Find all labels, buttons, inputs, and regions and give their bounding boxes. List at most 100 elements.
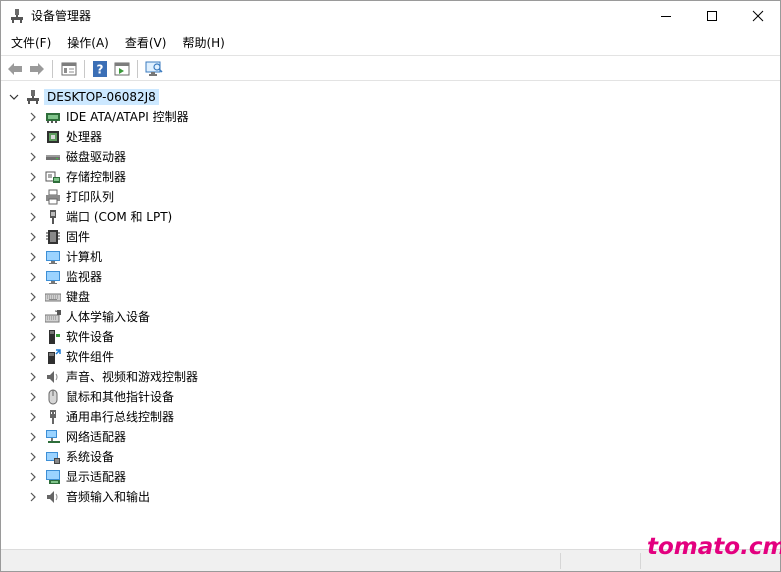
display-adapter-icon [46, 470, 60, 484]
tree-category-row[interactable]: 显示适配器 [3, 467, 763, 487]
tree-category-row[interactable]: 软件设备 [3, 327, 763, 347]
collapse-chevron-icon[interactable] [8, 91, 20, 103]
tree-category-row[interactable]: 存储控制器 [3, 167, 763, 187]
tree-category-row[interactable]: 人体学输入设备 [3, 307, 763, 327]
category-label[interactable]: 固件 [66, 229, 90, 245]
tree-category-row[interactable]: 软件组件 [3, 347, 763, 367]
expand-chevron-icon[interactable] [27, 371, 39, 383]
category-label[interactable]: 网络适配器 [66, 429, 126, 445]
category-label[interactable]: 磁盘驱动器 [66, 149, 126, 165]
category-label[interactable]: 音频输入和输出 [66, 489, 150, 505]
toolbar-separator [137, 60, 138, 78]
help-button[interactable]: ? [90, 59, 110, 79]
processor-icon [47, 131, 59, 143]
category-label[interactable]: IDE ATA/ATAPI 控制器 [66, 109, 189, 125]
minimize-icon [661, 16, 671, 17]
show-hide-console-tree-button[interactable] [59, 59, 79, 79]
category-label[interactable]: 人体学输入设备 [66, 309, 150, 325]
scan-hardware-button[interactable] [144, 59, 164, 79]
expand-chevron-icon[interactable] [27, 411, 39, 423]
tree-category-row[interactable]: 计算机 [3, 247, 763, 267]
forward-icon [30, 63, 44, 75]
expand-chevron-icon[interactable] [27, 171, 39, 183]
expand-chevron-icon[interactable] [27, 131, 39, 143]
tree-category-row[interactable]: 鼠标和其他指针设备 [3, 387, 763, 407]
category-label[interactable]: 显示适配器 [66, 469, 126, 485]
tree-category-row[interactable]: 通用串行总线控制器 [3, 407, 763, 427]
expand-chevron-icon[interactable] [27, 471, 39, 483]
software-device-icon [49, 330, 60, 344]
software-component-icon [48, 349, 61, 364]
category-label[interactable]: 鼠标和其他指针设备 [66, 389, 174, 405]
svg-text:?: ? [97, 63, 104, 77]
back-icon [8, 63, 22, 75]
expand-chevron-icon[interactable] [27, 191, 39, 203]
category-label[interactable]: 软件组件 [66, 349, 114, 365]
expand-chevron-icon[interactable] [27, 331, 39, 343]
category-label[interactable]: 存储控制器 [66, 169, 126, 185]
tree-category-row[interactable]: 磁盘驱动器 [3, 147, 763, 167]
menu-help[interactable]: 帮助(H) [176, 33, 230, 53]
storage-controller-icon [45, 171, 60, 183]
tree-category-row[interactable]: 音频输入和输出 [3, 487, 763, 507]
expand-chevron-icon[interactable] [27, 431, 39, 443]
expand-chevron-icon[interactable] [27, 151, 39, 163]
category-label[interactable]: 系统设备 [66, 449, 114, 465]
category-label[interactable]: 监视器 [66, 269, 102, 285]
expand-chevron-icon[interactable] [27, 271, 39, 283]
expand-chevron-icon[interactable] [27, 211, 39, 223]
expand-chevron-icon[interactable] [27, 451, 39, 463]
tree-category-row[interactable]: 声音、视频和游戏控制器 [3, 367, 763, 387]
status-cell [1, 553, 561, 569]
category-label[interactable]: 打印队列 [66, 189, 114, 205]
tree-category-row[interactable]: 监视器 [3, 267, 763, 287]
tree-category-row[interactable]: 处理器 [3, 127, 763, 147]
forward-button[interactable] [27, 59, 47, 79]
show-hide-console-tree-icon [61, 62, 77, 76]
close-button[interactable] [735, 1, 781, 31]
category-label[interactable]: 处理器 [66, 129, 102, 145]
expand-chevron-icon[interactable] [27, 291, 39, 303]
watermark-text: tomato.cm [647, 534, 781, 560]
minimize-button[interactable] [643, 1, 689, 31]
firmware-icon [46, 230, 60, 244]
expand-chevron-icon[interactable] [27, 391, 39, 403]
category-label[interactable]: 声音、视频和游戏控制器 [66, 369, 198, 385]
expand-chevron-icon[interactable] [27, 251, 39, 263]
toolbar-separator [52, 60, 53, 78]
tree-category-row[interactable]: 系统设备 [3, 447, 763, 467]
action-pane-button[interactable] [112, 59, 132, 79]
tree-category-row[interactable]: 打印队列 [3, 187, 763, 207]
window-title: 设备管理器 [31, 9, 92, 23]
expand-chevron-icon[interactable] [27, 491, 39, 503]
category-label[interactable]: 通用串行总线控制器 [66, 409, 174, 425]
category-label[interactable]: 软件设备 [66, 329, 114, 345]
title-bar[interactable]: 设备管理器 [1, 1, 780, 31]
tree-category-row[interactable]: 网络适配器 [3, 427, 763, 447]
back-button[interactable] [5, 59, 25, 79]
menu-view[interactable]: 查看(V) [119, 33, 173, 53]
tree-category-row[interactable]: 端口 (COM 和 LPT) [3, 207, 763, 227]
computer-tree-root-icon [27, 90, 39, 104]
device-manager-icon [11, 9, 23, 23]
expand-chevron-icon[interactable] [27, 351, 39, 363]
disk-drive-icon [46, 155, 60, 160]
expand-chevron-icon[interactable] [27, 111, 39, 123]
category-label[interactable]: 计算机 [66, 249, 102, 265]
port-icon [50, 210, 56, 224]
computer-name-label[interactable]: DESKTOP-06082J8 [44, 89, 159, 105]
device-tree[interactable]: DESKTOP-06082J8 IDE ATA/ATAPI 控制器 处理器磁盘驱动… [3, 83, 778, 549]
maximize-button[interactable] [689, 1, 735, 31]
category-label[interactable]: 端口 (COM 和 LPT) [66, 209, 172, 225]
menu-action[interactable]: 操作(A) [61, 33, 115, 53]
menu-file[interactable]: 文件(F) [5, 33, 57, 53]
expand-chevron-icon[interactable] [27, 231, 39, 243]
print-queue-icon [46, 189, 60, 205]
hid-icon [45, 310, 61, 323]
category-label[interactable]: 键盘 [66, 289, 90, 305]
tree-category-row[interactable]: 键盘 [3, 287, 763, 307]
expand-chevron-icon[interactable] [27, 311, 39, 323]
tree-category-row[interactable]: 固件 [3, 227, 763, 247]
audio-io-icon [47, 491, 58, 503]
tree-category-row[interactable]: IDE ATA/ATAPI 控制器 [3, 107, 763, 127]
